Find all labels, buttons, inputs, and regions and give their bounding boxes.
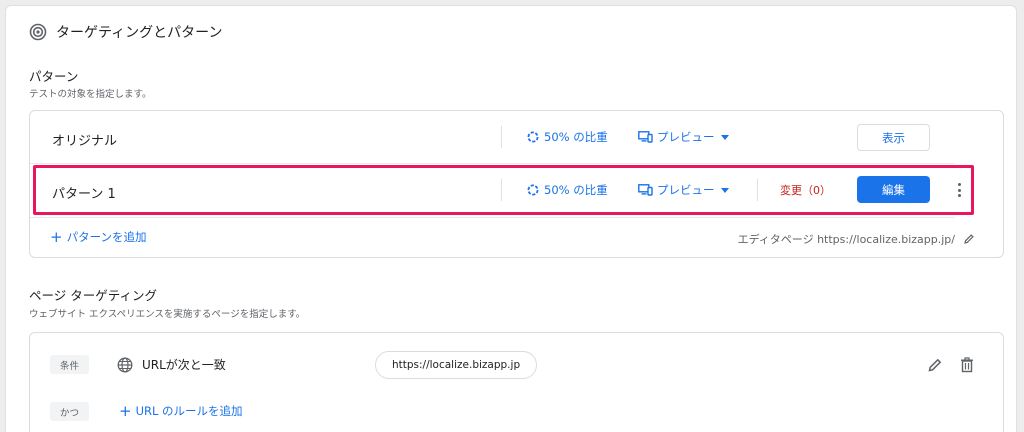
weight-ratio[interactable]: 50% の比重 (527, 129, 608, 145)
change-count: 変更（0） (780, 184, 831, 197)
section-header: ターゲティングとパターン (29, 22, 222, 42)
edit-icon[interactable] (925, 355, 945, 375)
add-url-rule-link[interactable]: + URL のルールを追加 (119, 403, 243, 419)
devices-icon (638, 184, 653, 196)
pencil-icon (964, 234, 974, 244)
preview-dropdown[interactable]: プレビュー (638, 182, 729, 198)
pattern-name: パターン 1 (52, 187, 116, 202)
page-targeting-card: 条件 URLが次と一致 https://localize.bizapp.jp か… (29, 332, 1004, 432)
plus-icon: + (50, 227, 63, 246)
weight-ratio[interactable]: 50% の比重 (527, 182, 608, 198)
url-match-condition: URLが次と一致 (117, 356, 226, 373)
patterns-subtitle: テストの対象を指定します。 (29, 89, 152, 100)
preview-dropdown[interactable]: プレビュー (638, 129, 729, 145)
more-vert-icon[interactable] (952, 180, 966, 200)
progress-ring-icon (527, 184, 539, 196)
edit-button[interactable]: 編集 (857, 176, 930, 203)
url-value-field[interactable]: https://localize.bizapp.jp (375, 351, 538, 379)
target-icon (29, 23, 47, 41)
globe-icon (117, 357, 133, 372)
editor-page-link[interactable]: エディタページ https://localize.bizapp.jp/ (738, 231, 975, 247)
page-title: ターゲティングとパターン (56, 25, 223, 41)
progress-ring-icon (527, 131, 539, 143)
divider (501, 126, 502, 148)
and-chip: かつ (50, 402, 90, 421)
condition-chip: 条件 (50, 355, 90, 374)
chevron-down-icon (720, 134, 729, 140)
add-pattern-link[interactable]: + パターンを追加 (50, 229, 147, 245)
divider (757, 179, 758, 201)
view-button[interactable]: 表示 (857, 124, 930, 151)
devices-icon (638, 131, 653, 143)
pattern-row-original: オリジナル 50% の比重 プレビュー 表示 (30, 111, 1003, 163)
trash-icon[interactable] (957, 355, 977, 375)
chevron-down-icon (720, 187, 729, 193)
plus-icon: + (119, 401, 132, 420)
page-targeting-title: ページ ターゲティング (29, 288, 157, 303)
pattern-name: オリジナル (52, 134, 118, 149)
page-targeting-subtitle: ウェブサイト エクスペリエンスを実施するページを指定します。 (29, 309, 306, 320)
divider (501, 179, 502, 201)
patterns-title: パターン (29, 69, 79, 84)
pattern-row-variant-1: パターン 1 50% の比重 プレビュー 変更（0） 編集 (30, 164, 1003, 216)
row-divider (30, 217, 955, 218)
